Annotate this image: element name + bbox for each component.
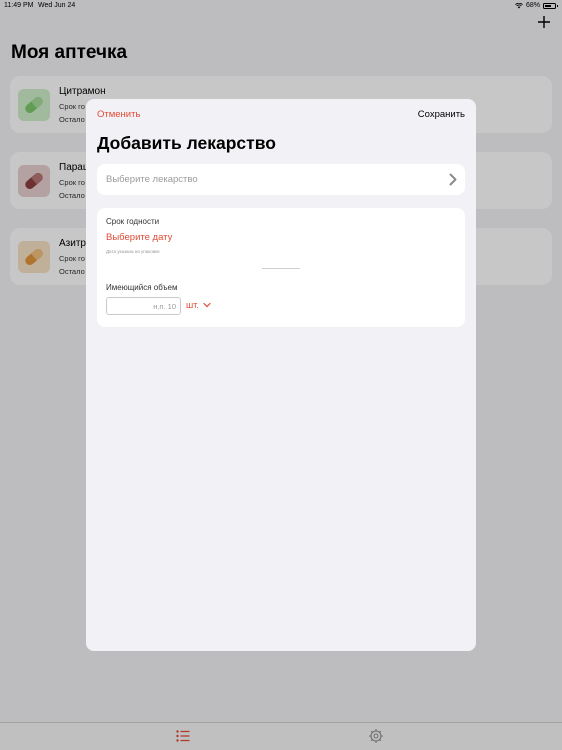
chevron-right-icon [449,173,457,186]
modal-title: Добавить лекарство [97,133,276,153]
unit-value: шт. [186,300,199,310]
volume-input[interactable] [106,297,181,315]
details-card: Срок годности Выберите дату Дата указана… [97,208,465,327]
divider [262,268,300,269]
volume-label: Имеющийся объем [106,283,178,292]
unit-dropdown[interactable]: шт. [186,300,211,310]
add-medicine-modal: Отменить Сохранить Добавить лекарство Вы… [86,99,476,651]
select-medicine-row[interactable]: Выберите лекарство [97,164,465,195]
chevron-down-icon [203,302,211,308]
select-medicine-placeholder: Выберите лекарство [106,174,198,185]
expiry-date-picker[interactable]: Выберите дату [106,232,172,243]
cancel-button[interactable]: Отменить [97,109,140,120]
expiry-label: Срок годности [106,217,160,226]
save-button[interactable]: Сохранить [418,109,465,120]
expiry-hint: Дата указана на упаковке [106,249,160,254]
